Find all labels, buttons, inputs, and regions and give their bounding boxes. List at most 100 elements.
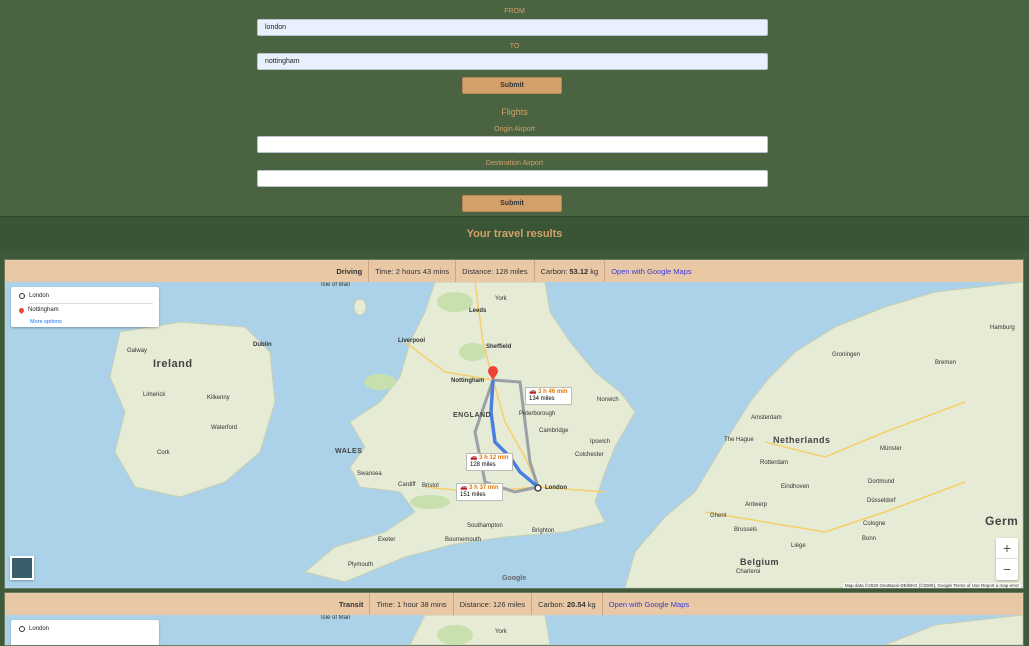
map-label-waterford: Waterford [211, 425, 238, 431]
route-distance: 134 miles [529, 396, 555, 402]
satellite-toggle[interactable] [10, 556, 34, 580]
map-label-netherlands: Netherlands [773, 435, 831, 445]
map-label-cambridge: Cambridge [539, 428, 569, 434]
map-label-germany: Germ [985, 514, 1019, 528]
carbon-value: 20.54 [566, 599, 586, 609]
distance-label: Distance: [459, 599, 491, 609]
map-label-brussels: Brussels [734, 527, 758, 533]
carbon-label: Carbon: [540, 266, 568, 276]
mode-label: Driving [336, 266, 363, 276]
map-label-sheffield: Sheffield [486, 344, 512, 350]
car-icon: 🚗 [470, 455, 478, 461]
map-label-colchester: Colchester [575, 452, 604, 458]
map-label-rotterdam: Rotterdam [760, 460, 789, 466]
map-label-ghent: Ghent [710, 513, 727, 519]
route-time: 3 h 12 min [479, 455, 509, 461]
map-canvas [109, 282, 1023, 588]
map-label-hamburg: Hamburg [990, 325, 1015, 331]
map-label-york: York [495, 296, 507, 302]
google-logo: Google [502, 575, 527, 582]
legend-origin: London [29, 293, 50, 299]
car-icon: 🚗 [460, 485, 468, 491]
map-label-ireland: Ireland [153, 358, 193, 370]
map-label-cardiff: Cardiff [398, 482, 416, 488]
route-map[interactable]: Ireland WALES ENGLAND Netherlands Belgiu… [5, 282, 1023, 588]
open-google-maps-link[interactable]: Open with Google Maps [603, 600, 695, 609]
results-header: Your travel results [0, 217, 1029, 251]
directions-legend: London [11, 620, 159, 645]
time-label: Time: [375, 266, 394, 276]
route-chip[interactable]: 🚗 3 h 12 min 128 miles [466, 453, 513, 471]
origin-circle-icon [19, 293, 25, 299]
route-map[interactable]: Isle of Man York London [5, 615, 1023, 645]
route-distance: 151 miles [460, 492, 486, 498]
route-distance: 128 miles [470, 462, 496, 468]
to-input[interactable]: nottingham [257, 53, 768, 70]
result-summary-bar: Driving Time: 2 hours 43 mins Distance: … [5, 260, 1023, 282]
time-value: 2 hours 43 mins [395, 266, 450, 276]
map-label-dublin: Dublin [253, 342, 272, 348]
map-label-swansea: Swansea [357, 471, 382, 477]
map-label-ipswich: Ipswich [590, 439, 611, 445]
flights-heading: Flights [501, 107, 528, 117]
from-input[interactable]: london [257, 19, 768, 36]
distance-label: Distance: [462, 266, 494, 276]
map-label-the-hague: The Hague [724, 437, 754, 443]
map-label-cork: Cork [157, 450, 170, 456]
distance-value: 126 miles [493, 599, 526, 609]
map-label-leeds: Leeds [469, 308, 487, 314]
map-label-belgium: Belgium [740, 557, 780, 567]
map-label-dortmund: Dortmund [868, 479, 895, 485]
zoom-in-button[interactable]: + [996, 538, 1018, 558]
route-chip[interactable]: 🚗 3 h 46 min 134 miles [525, 387, 572, 405]
flight-submit-button[interactable]: Submit [462, 195, 562, 212]
map-label-liverpool: Liverpool [398, 338, 426, 344]
time-label: Time: [376, 599, 395, 609]
carbon-label: Carbon: [538, 599, 565, 609]
route-time: 3 h 37 min [469, 485, 499, 491]
destination-airport-label: Destination Airport [485, 160, 544, 167]
result-card-driving: Driving Time: 2 hours 43 mins Distance: … [4, 259, 1024, 589]
origin-airport-input[interactable] [257, 136, 768, 153]
carbon-unit: kg [587, 599, 596, 609]
destination-airport-input[interactable] [257, 170, 768, 187]
mode-label: Transit [338, 599, 364, 609]
distance-value: 128 miles [495, 266, 528, 276]
time-value: 1 hour 38 mins [397, 599, 447, 609]
map-label-isle-of-man: Isle of Man [321, 282, 351, 288]
origin-airport-label: Origin Airport [494, 126, 535, 133]
from-label: FROM [504, 8, 525, 15]
directions-legend: London Nottingham More options [11, 287, 159, 327]
legend-destination: Nottingham [28, 307, 59, 313]
more-options-link[interactable]: More options [30, 319, 62, 325]
map-label-eindhoven: Eindhoven [781, 484, 810, 490]
map-label-galway: Galway [127, 348, 148, 354]
map-label-antwerp: Antwerp [745, 502, 768, 508]
results-heading: Your travel results [466, 228, 563, 240]
map-label-peterborough: Peterborough [519, 411, 556, 417]
map-label-charleroi: Charleroi [736, 569, 761, 575]
map-label-bonn: Bonn [862, 536, 877, 542]
map-label-isle-of-man: Isle of Man [321, 615, 351, 621]
map-label-munster: Münster [880, 446, 902, 452]
map-label-bristol: Bristol [422, 483, 439, 489]
result-summary-bar: Transit Time: 1 hour 38 mins Distance: 1… [5, 593, 1023, 615]
map-label-southampton: Southampton [467, 523, 503, 529]
map-label-cologne: Cologne [863, 521, 886, 527]
submit-button[interactable]: Submit [462, 77, 562, 94]
legend-origin: London [29, 626, 50, 632]
map-label-york: York [495, 629, 507, 635]
map-label-bournemouth: Bournemouth [445, 537, 482, 543]
route-chip[interactable]: 🚗 3 h 37 min 151 miles [456, 483, 503, 501]
divider [29, 303, 153, 304]
zoom-control: + − [996, 538, 1018, 580]
map-label-london: London [545, 485, 567, 491]
map-label-limerick: Limerick [143, 392, 166, 398]
origin-circle-icon [19, 626, 25, 632]
map-label-groningen: Groningen [832, 352, 861, 358]
zoom-out-button[interactable]: − [996, 558, 1018, 579]
open-google-maps-link[interactable]: Open with Google Maps [605, 267, 697, 276]
map-label-england: ENGLAND [453, 412, 492, 419]
search-form: FROM london TO nottingham Submit Flights… [0, 0, 1029, 217]
map-label-exeter: Exeter [378, 537, 396, 543]
